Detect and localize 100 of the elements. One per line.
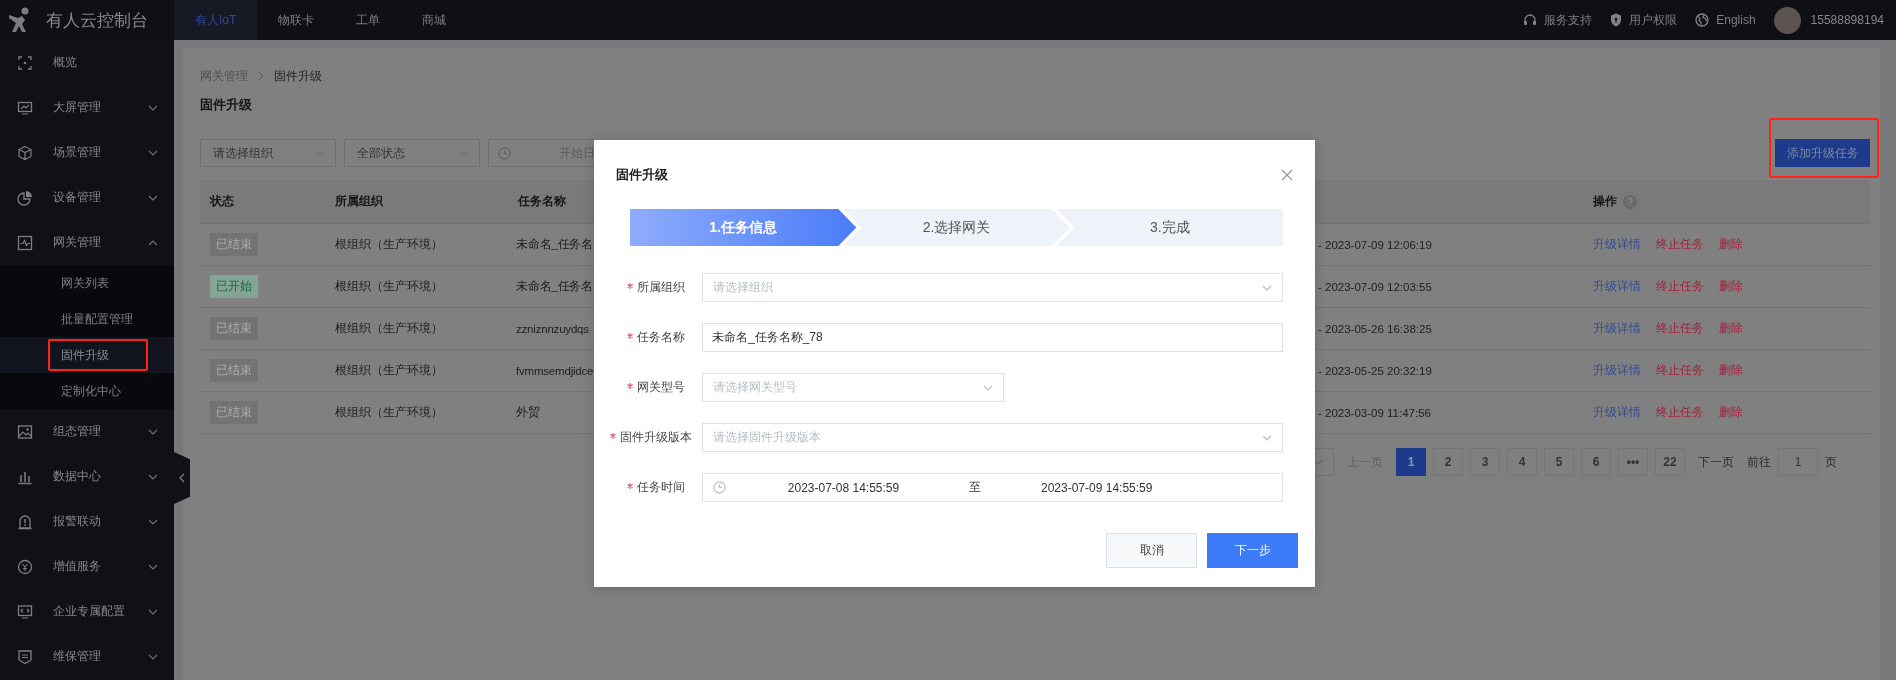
stop-link[interactable]: 终止任务 [1656,405,1704,420]
alarm-icon [17,513,33,530]
sidebar-subitem[interactable]: 固件升级 [0,337,174,373]
stop-link[interactable]: 终止任务 [1656,279,1704,294]
sidebar-item[interactable]: 企业专属配置 [0,589,174,634]
step-tab[interactable]: 1.任务信息 [630,209,857,246]
next-button[interactable]: 下一步 [1207,533,1298,568]
coin-icon [17,558,33,575]
stop-link[interactable]: 终止任务 [1656,237,1704,252]
header-link[interactable]: 用户权限 [1610,0,1678,40]
delete-link[interactable]: 删除 [1719,405,1743,420]
text-field[interactable]: 未命名_任务名称_78 [702,323,1283,352]
chevron-icon [1262,434,1272,441]
table-cell: 未命名_任务名 [516,279,593,294]
sidebar-subitem[interactable]: 批量配置管理 [0,301,174,337]
sidebar-subitem[interactable]: 定制化中心 [0,373,174,409]
delete-link[interactable]: 删除 [1719,237,1743,252]
chevron-right-icon [258,71,264,81]
cancel-button[interactable]: 取消 [1106,533,1197,568]
page-button[interactable]: 6 [1581,448,1611,476]
help-icon[interactable] [1623,194,1637,209]
sidebar-item[interactable]: 概览 [0,40,174,85]
page-button[interactable]: 1 [1396,448,1426,476]
page-button[interactable]: 5 [1544,448,1574,476]
overview-icon [17,54,33,71]
table-cell: 外贸 [516,405,540,420]
sidebar-item[interactable]: 网关管理 [0,220,174,265]
date-range-field[interactable]: 2023-07-08 14:55:59 至 2023-07-09 14:55:59 [702,473,1283,502]
cube-icon [17,144,33,161]
headset-icon [1523,13,1538,27]
details-link[interactable]: 升级详情 [1593,279,1641,294]
page-input[interactable]: 1 [1778,448,1818,476]
page-button[interactable]: 2 [1433,448,1463,476]
table-cell: 根组织（生产环境） [335,321,443,336]
sidebar-item[interactable]: 报警联动 [0,499,174,544]
delete-link[interactable]: 删除 [1719,279,1743,294]
column-header: 操作 [1593,193,1617,210]
step-tab[interactable]: 3.完成 [1056,209,1283,246]
shield-icon [1610,13,1623,27]
image-icon [17,423,33,440]
page-button[interactable]: 22 [1655,448,1685,476]
sidebar-item[interactable]: 维保管理 [0,634,174,679]
select-field[interactable]: 请选择网关型号 [702,373,1004,402]
sidebar-item[interactable]: 组态管理 [0,409,174,454]
user-phone[interactable]: 15588898194 [1810,13,1884,27]
table-cell: 根组织（生产环境） [335,237,443,252]
add-task-button[interactable]: 添加升级任务 [1775,139,1870,167]
select-field[interactable]: 请选择固件升级版本 [702,423,1283,452]
filter-select[interactable]: 请选择组织 [200,139,336,167]
column-header: 状态 [210,193,234,210]
next-page-link[interactable]: 下一页 [1698,453,1734,471]
sidebar-item[interactable]: 场景管理 [0,130,174,175]
chevron-icon [1262,284,1272,291]
details-link[interactable]: 升级详情 [1593,405,1641,420]
sidebar-item[interactable]: 数据中心 [0,454,174,499]
header-link[interactable]: English [1695,0,1756,40]
clock-icon [713,481,726,494]
app-title: 有人云控制台 [46,9,148,32]
sidebar-item[interactable]: 设备管理 [0,175,174,220]
table-cell: fvmmsemdjidce [516,364,594,377]
sidebar-item[interactable]: 大屏管理 [0,85,174,130]
dialog-title: 固件升级 [616,166,668,184]
page-suffix: 页 [1825,453,1837,471]
avatar[interactable] [1773,6,1801,34]
collapse-handle[interactable] [174,452,190,504]
breadcrumb-item: 固件升级 [274,67,322,85]
screen-icon [17,99,33,116]
page-button[interactable]: ••• [1618,448,1648,476]
close-icon[interactable] [1281,169,1293,181]
step-tab[interactable]: 2.选择网关 [843,209,1070,246]
table-cell: zzniznnzuydqs [516,322,589,335]
select-field[interactable]: 请选择组织 [702,273,1283,302]
table-cell: 未命名_任务名 [516,237,593,252]
sidebar-item[interactable]: 增值服务 [0,544,174,589]
sidebar-subitem[interactable]: 网关列表 [0,265,174,301]
stop-link[interactable]: 终止任务 [1656,321,1704,336]
details-link[interactable]: 升级详情 [1593,237,1641,252]
delete-link[interactable]: 删除 [1719,321,1743,336]
header-link[interactable]: 服务支持 [1523,0,1593,40]
nav-tab[interactable]: 物联卡 [257,0,336,40]
nav-tab[interactable]: 商城 [401,0,468,40]
column-header: 所属组织 [335,193,383,210]
stop-link[interactable]: 终止任务 [1656,363,1704,378]
details-link[interactable]: 升级详情 [1593,321,1641,336]
field-label: 固件升级版本 [610,430,692,444]
table-cell: 根组织（生产环境） [335,363,443,378]
page-button[interactable]: 4 [1507,448,1537,476]
field-label: 所属组织 [627,280,685,294]
table-cell: 根组织（生产环境） [335,279,443,294]
clock-icon [498,146,511,160]
nav-tab[interactable]: 有人IoT [174,0,258,40]
delete-link[interactable]: 删除 [1719,363,1743,378]
filter-select[interactable]: 全部状态 [344,139,480,167]
table-cell: - 2023-05-25 20:32:19 [1318,364,1432,377]
nav-tab[interactable]: 工单 [335,0,402,40]
page-button[interactable]: 3 [1470,448,1500,476]
page-title: 固件升级 [200,96,253,112]
table-cell: - 2023-07-09 12:03:55 [1318,280,1432,293]
pie-icon [17,189,33,206]
details-link[interactable]: 升级详情 [1593,363,1641,378]
